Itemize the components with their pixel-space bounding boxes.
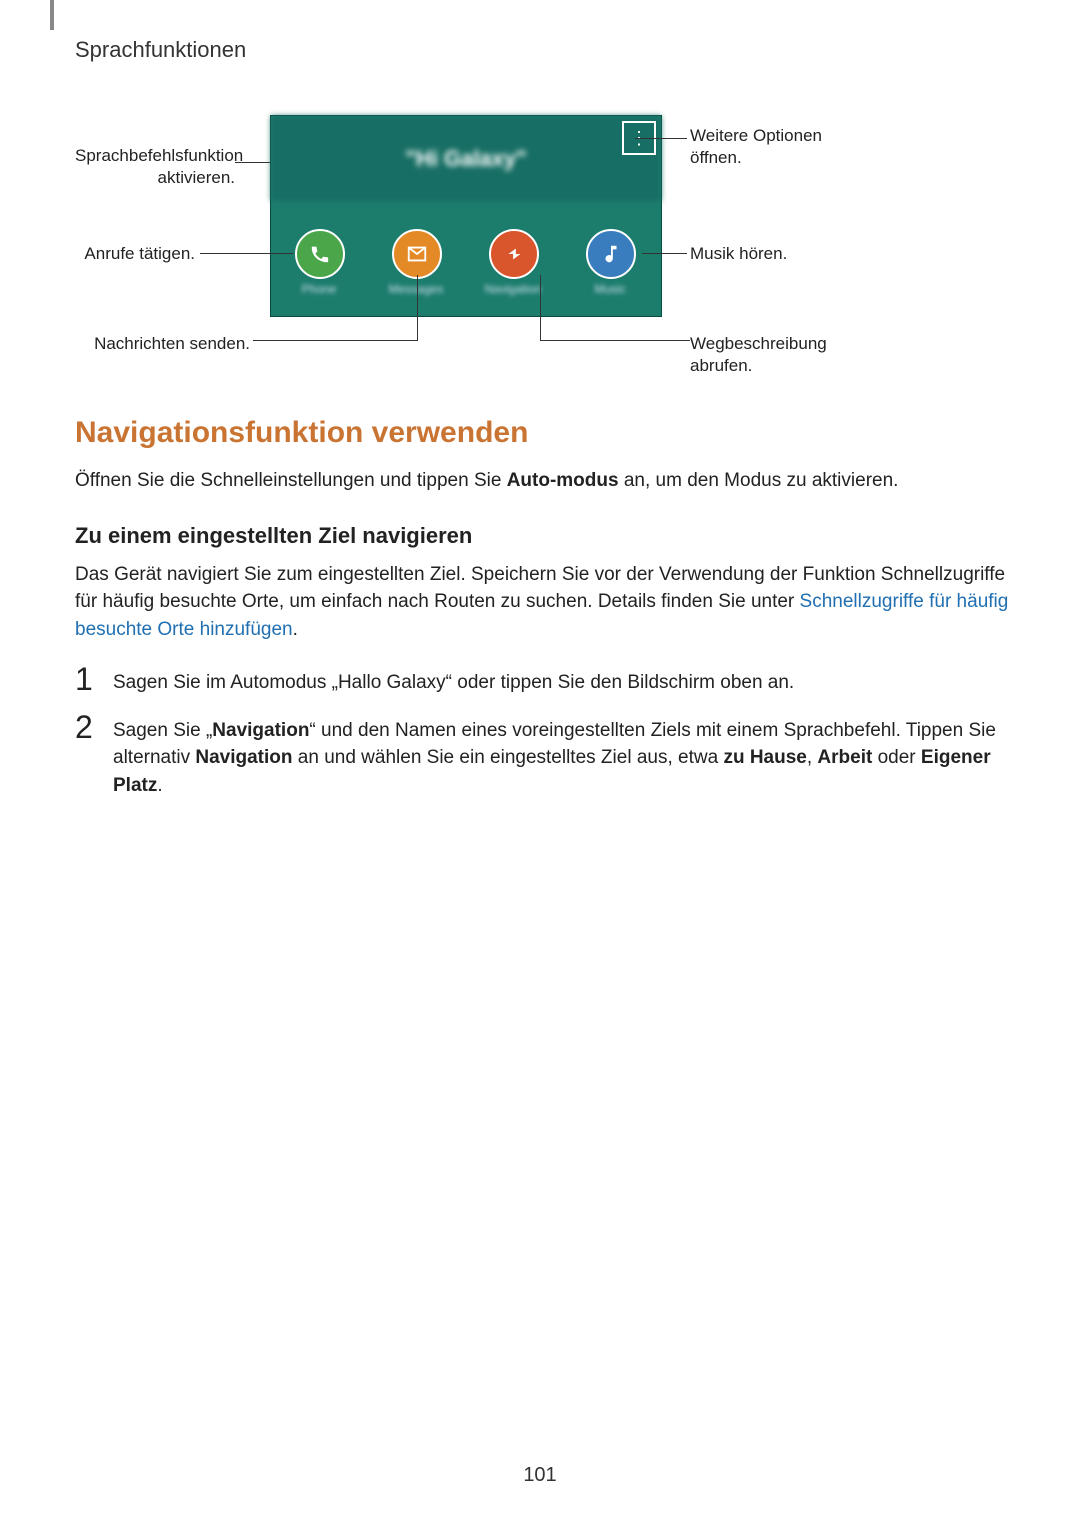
- step-number: 1: [75, 663, 113, 695]
- messages-icon: [392, 229, 442, 279]
- text: an und wählen Sie ein eingestelltes Ziel…: [293, 747, 724, 768]
- callout-messages: Nachrichten senden.: [75, 333, 250, 355]
- callout-line: [253, 340, 418, 341]
- text: an, um den Modus zu aktivieren.: [619, 470, 899, 491]
- callout-voice: Sprachbefehlsfunktion aktivieren.: [75, 145, 235, 189]
- icon-label: Navigation: [473, 282, 553, 296]
- text-bold: Auto-modus: [507, 470, 619, 491]
- page-margin-mark: [50, 0, 54, 30]
- text: ,: [807, 747, 818, 768]
- page-number: 101: [0, 1464, 1080, 1487]
- icon-label: Music: [570, 282, 650, 296]
- step-text: Sagen Sie im Automodus „Hallo Galaxy“ od…: [113, 663, 794, 697]
- running-header: Sprachfunktionen: [75, 37, 246, 63]
- callout-line: [200, 253, 293, 254]
- figure-automode: "Hi Galaxy" ⋮ Phone Messages Navigation …: [75, 115, 1005, 395]
- text-bold: Navigation: [212, 720, 309, 741]
- callout-options: Weitere Optionen öffnen.: [690, 125, 860, 169]
- quick-action-row: Phone Messages Navigation Music: [271, 214, 661, 304]
- main-content: Navigationsfunktion verwenden Öffnen Sie…: [75, 416, 1015, 813]
- text-bold: zu Hause: [723, 747, 806, 768]
- intro-paragraph: Öffnen Sie die Schnelleinstellungen und …: [75, 468, 1015, 495]
- step-number: 2: [75, 711, 113, 743]
- callout-navigation: Wegbeschreibung abrufen.: [690, 333, 890, 377]
- phone-icon: [295, 229, 345, 279]
- text: .: [157, 775, 162, 796]
- step-2: 2 Sagen Sie „Navigation“ und den Namen e…: [75, 711, 1015, 800]
- text-bold: Arbeit: [817, 747, 872, 768]
- step-1: 1 Sagen Sie im Automodus „Hallo Galaxy“ …: [75, 663, 1015, 697]
- callout-line: [417, 275, 418, 340]
- callout-music: Musik hören.: [690, 243, 840, 265]
- callout-line: [540, 340, 690, 341]
- icon-label: Messages: [376, 282, 456, 296]
- text: Sagen Sie „: [113, 720, 212, 741]
- voice-prompt-banner: "Hi Galaxy": [271, 116, 661, 201]
- navigation-icon: [489, 229, 539, 279]
- section-heading: Navigationsfunktion verwenden: [75, 416, 1015, 450]
- icon-label: Phone: [279, 282, 359, 296]
- step-text: Sagen Sie „Navigation“ und den Namen ein…: [113, 711, 1015, 800]
- text-bold: Navigation: [195, 747, 292, 768]
- callout-line: [635, 138, 687, 139]
- callout-line: [540, 275, 541, 340]
- callout-call: Anrufe tätigen.: [75, 243, 195, 265]
- subsection-heading: Zu einem eingestellten Ziel navigieren: [75, 523, 1015, 549]
- text: Öffnen Sie die Schnelleinstellungen und …: [75, 470, 507, 491]
- music-icon: [586, 229, 636, 279]
- text: oder: [872, 747, 921, 768]
- body-paragraph: Das Gerät navigiert Sie zum eingestellte…: [75, 561, 1015, 644]
- device-screenshot: "Hi Galaxy" ⋮ Phone Messages Navigation …: [270, 115, 662, 317]
- callout-line: [642, 253, 687, 254]
- text: .: [293, 619, 298, 640]
